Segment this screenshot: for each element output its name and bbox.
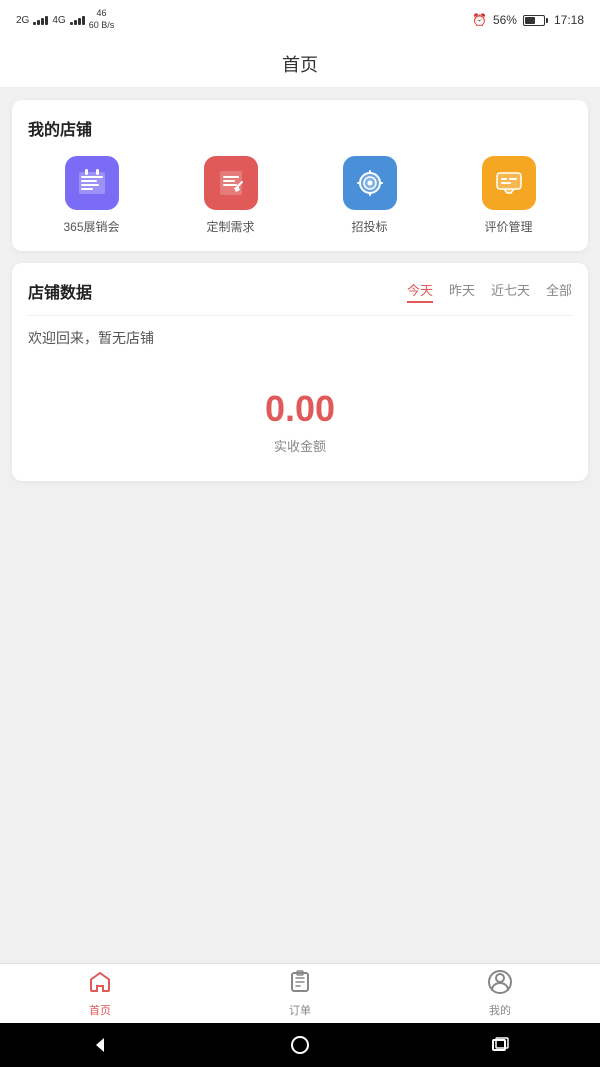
- signal-4g: 4G: [52, 15, 65, 26]
- battery-icon: [523, 15, 548, 26]
- shop-label-365: 365展销会: [63, 218, 119, 235]
- status-left: 2G 4G 46 60 B/s: [16, 8, 114, 31]
- status-right: ⏰ 56% 17:18: [472, 13, 584, 27]
- icon-bid-svg: [355, 168, 385, 198]
- shop-item-365[interactable]: 365展销会: [28, 156, 155, 235]
- nav-label-home: 首页: [89, 1002, 111, 1018]
- clock-icon: ⏰: [472, 13, 487, 27]
- data-tabs: 今天 昨天 近七天 全部: [112, 280, 572, 303]
- nav-item-mine[interactable]: 我的: [400, 964, 600, 1023]
- tab-yesterday[interactable]: 昨天: [449, 280, 475, 303]
- page-title: 首页: [282, 51, 318, 77]
- shop-item-review[interactable]: 评价管理: [445, 156, 572, 235]
- shop-icon-365: [65, 156, 119, 210]
- bottom-nav: 首页 订单 我的: [0, 963, 600, 1023]
- home-button[interactable]: [290, 1035, 310, 1055]
- nav-item-orders[interactable]: 订单: [200, 964, 400, 1023]
- mine-icon: [488, 970, 512, 998]
- shop-item-custom[interactable]: 定制需求: [167, 156, 294, 235]
- shop-icon-review: [482, 156, 536, 210]
- signal-2g: 2G: [16, 15, 29, 26]
- home-icon: [88, 970, 112, 998]
- amount-label: 实收金额: [28, 436, 572, 455]
- data-speed-value: 46: [96, 8, 106, 20]
- sys-nav-bar: [0, 1023, 600, 1067]
- shop-label-review: 评价管理: [484, 218, 532, 235]
- data-speed-unit: 60 B/s: [89, 20, 115, 32]
- my-shop-title: 我的店铺: [28, 116, 572, 140]
- back-button[interactable]: [90, 1035, 110, 1055]
- my-shop-card: 我的店铺 365展销会: [12, 100, 588, 251]
- shop-icon-custom: [204, 156, 258, 210]
- amount-display: 0.00 实收金额: [28, 368, 572, 465]
- recents-button[interactable]: [490, 1035, 510, 1055]
- main-content: 我的店铺 365展销会: [0, 88, 600, 963]
- store-data-header: 店铺数据 今天 昨天 近七天 全部: [28, 279, 572, 316]
- tab-week[interactable]: 近七天: [491, 280, 530, 303]
- shop-icon-bid: [343, 156, 397, 210]
- signal-bars-1: [33, 16, 48, 25]
- icon-review-svg: [494, 168, 524, 198]
- signal-bars-2: [70, 16, 85, 25]
- tab-today[interactable]: 今天: [407, 280, 433, 303]
- status-bar: 2G 4G 46 60 B/s ⏰ 56% 17:18: [0, 0, 600, 40]
- icon-custom-svg: [216, 168, 246, 198]
- store-data-card: 店铺数据 今天 昨天 近七天 全部 欢迎回来，暂无店铺 0.00 实收金额: [12, 263, 588, 481]
- shop-icons-grid: 365展销会 定制需求: [28, 156, 572, 235]
- welcome-text: 欢迎回来，暂无店铺: [28, 328, 572, 348]
- tab-all[interactable]: 全部: [546, 280, 572, 303]
- nav-label-mine: 我的: [489, 1002, 511, 1018]
- store-data-title: 店铺数据: [28, 279, 92, 303]
- time-display: 17:18: [554, 13, 584, 27]
- orders-icon: [288, 970, 312, 998]
- header: 首页: [0, 40, 600, 88]
- icon-365-svg: [77, 168, 107, 198]
- shop-label-bid: 招投标: [351, 218, 387, 235]
- nav-item-home[interactable]: 首页: [0, 964, 200, 1023]
- amount-value: 0.00: [28, 388, 572, 430]
- shop-item-bid[interactable]: 招投标: [306, 156, 433, 235]
- battery-percent: 56%: [493, 13, 517, 27]
- shop-label-custom: 定制需求: [206, 218, 254, 235]
- nav-label-orders: 订单: [289, 1002, 311, 1018]
